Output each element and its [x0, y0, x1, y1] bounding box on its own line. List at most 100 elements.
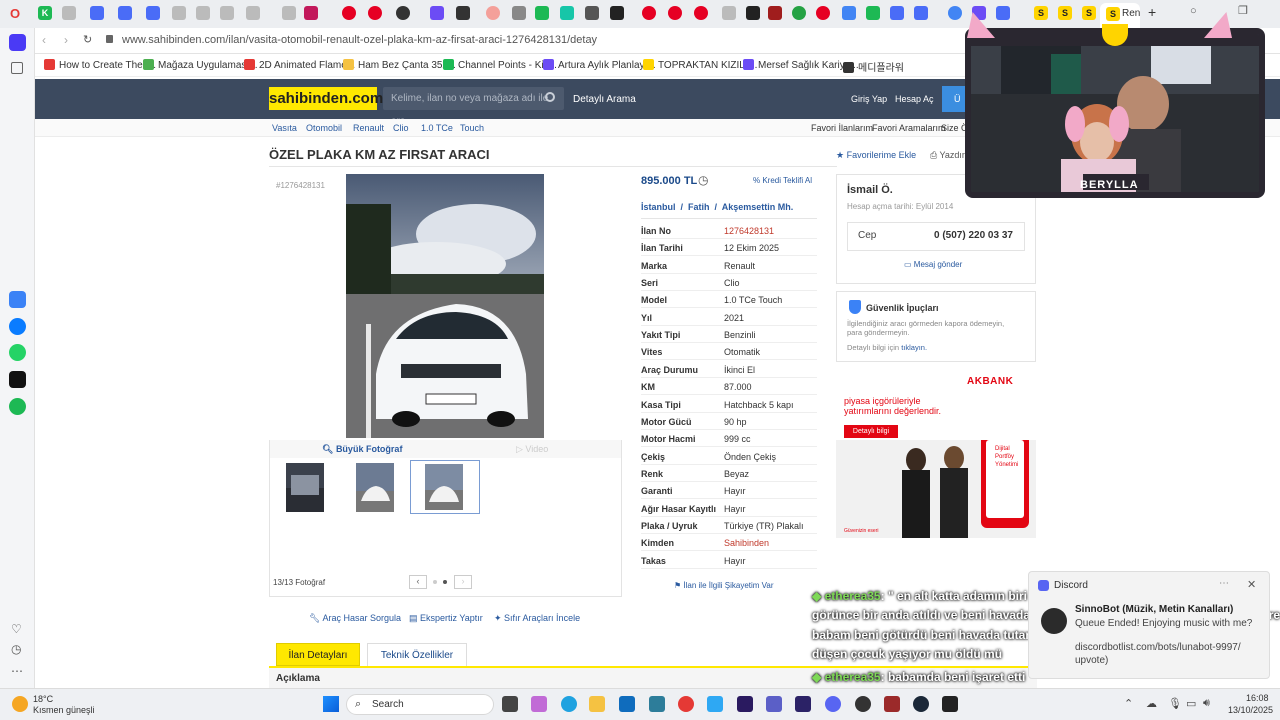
tab-icon[interactable] [282, 6, 296, 20]
pager-dot[interactable] [433, 580, 437, 584]
clock-date[interactable]: 13/10/2025 [1228, 705, 1273, 715]
tab-icon[interactable] [220, 6, 234, 20]
after-effects-icon[interactable] [737, 696, 753, 712]
tab-icon[interactable] [396, 6, 410, 20]
x-icon[interactable] [9, 371, 26, 388]
tab-icon[interactable] [118, 6, 132, 20]
aria-icon[interactable] [9, 291, 26, 308]
breadcrumb-item[interactable]: Touch [460, 123, 484, 133]
whatsapp-icon[interactable] [9, 344, 26, 361]
bookmark-item[interactable]: TOPRAKTAN KIZILT... [643, 59, 757, 71]
complaint-link[interactable]: ⚑ İlan ile İlgili Şikayetim Var [674, 581, 774, 590]
tray-chevron-icon[interactable]: ⌃ [1124, 697, 1133, 710]
breadcrumb-item[interactable]: Renault [353, 123, 384, 133]
big-photo-link[interactable]: 🔍︎ Büyük Fotoğraf [322, 444, 402, 455]
messenger-icon[interactable] [9, 318, 26, 335]
bookmark-item[interactable]: Mersef Sağlık Kariye... [743, 59, 859, 71]
bookmark-item[interactable]: Artura Aylık Planlayı... [543, 59, 656, 71]
tab-icon[interactable] [146, 6, 160, 20]
close-icon[interactable]: ✕ [1247, 578, 1256, 591]
back-icon[interactable]: ‹ [42, 33, 46, 47]
forward-icon[interactable]: › [64, 33, 68, 47]
discord-taskbar-icon[interactable] [825, 696, 841, 712]
location[interactable]: İstanbul / Fatih / Akşemsettin Mh. [641, 202, 793, 212]
fav-listings-link[interactable]: Favori İlanlarım [811, 123, 873, 133]
ad-details-button[interactable]: Detaylı bilgi [844, 425, 898, 438]
tab-icon[interactable]: S [1034, 6, 1048, 20]
tab-icon[interactable] [948, 6, 962, 20]
pinboard-icon[interactable] [11, 62, 23, 74]
photo-thumbnail[interactable] [356, 463, 394, 512]
bookmark-item[interactable]: 메디플라워 [843, 59, 904, 74]
photoshop-icon[interactable] [707, 696, 723, 712]
tab-icon[interactable] [172, 6, 186, 20]
tab-technical[interactable]: Teknik Özellikler [367, 643, 467, 666]
bookmark-item[interactable]: Mağaza Uygulaması... [143, 59, 258, 71]
search-input[interactable]: Kelime, ilan no veya mağaza adı ile ara [383, 87, 564, 127]
microphone-icon[interactable]: 🎙︎ [1168, 697, 1182, 710]
tab-icon[interactable] [722, 6, 736, 20]
tab-icon[interactable] [512, 6, 526, 20]
tab-icon[interactable] [535, 6, 549, 20]
detail-value[interactable]: 1276428131 [724, 226, 774, 236]
tab-icon[interactable] [842, 6, 856, 20]
tab-pinterest-icon[interactable] [668, 6, 682, 20]
credit-offer-link[interactable]: % Kredi Teklifi Al [753, 176, 812, 185]
detailed-search-link[interactable]: Detaylı Arama [573, 94, 636, 105]
more-icon[interactable]: ⋯ [1219, 578, 1229, 589]
tab-icon[interactable] [996, 6, 1010, 20]
tab-icon[interactable] [792, 6, 806, 20]
heart-icon[interactable]: ♡ [11, 622, 22, 636]
search-icon[interactable] [545, 92, 555, 102]
tab-instagram-icon[interactable] [304, 6, 318, 20]
tab-pinterest-icon[interactable] [342, 6, 356, 20]
main-photo[interactable] [346, 174, 544, 438]
tab-icon[interactable] [486, 6, 500, 20]
file-explorer-icon[interactable] [589, 696, 605, 712]
tab-icon[interactable] [456, 6, 470, 20]
breadcrumb-item[interactable]: 1.0 TCe [421, 123, 453, 133]
safety-more-link[interactable]: tıklayın. [901, 343, 927, 352]
task-view-icon[interactable] [502, 696, 518, 712]
opera-icon[interactable] [678, 696, 694, 712]
site-logo[interactable]: sahibinden.com [269, 87, 383, 110]
bookmark-item[interactable]: 2D Animated Flame... [244, 59, 355, 71]
tab-icon[interactable] [746, 6, 760, 20]
tab-pinterest-icon[interactable] [816, 6, 830, 20]
volume-icon[interactable]: 🔊︎ [1203, 697, 1210, 710]
app-icon[interactable] [942, 696, 958, 712]
tab-icon[interactable] [768, 6, 782, 20]
breadcrumb-item[interactable]: Clio [393, 123, 409, 133]
weather-desc[interactable]: Kısmen güneşli [33, 705, 95, 715]
tab-icon[interactable] [246, 6, 260, 20]
tab-icon[interactable]: S [1082, 6, 1096, 20]
detail-value[interactable]: Sahibinden [724, 538, 769, 548]
steam-icon[interactable] [913, 696, 929, 712]
tab-icon[interactable] [196, 6, 210, 20]
weather-temp[interactable]: 18°C [33, 694, 53, 704]
outlook-icon[interactable] [619, 696, 635, 712]
bookmark-item[interactable]: Channel Points - Kic... [443, 59, 557, 71]
opera-logo-icon[interactable]: O [8, 7, 22, 21]
premiere-icon[interactable] [795, 696, 811, 712]
restore-icon[interactable]: ❐ [1238, 4, 1248, 17]
print-link[interactable]: ⎙ Yazdır [930, 150, 965, 161]
tab-icon[interactable] [430, 6, 444, 20]
photo-thumbnail-selected[interactable] [410, 460, 480, 514]
login-link[interactable]: Giriş Yap [851, 94, 887, 104]
tray-icon[interactable]: ☁ [1146, 697, 1157, 710]
tab-icon[interactable] [866, 6, 880, 20]
reload-icon[interactable]: ↻ [83, 33, 92, 46]
price-history-icon[interactable]: ◷ [698, 173, 708, 187]
tab-icon[interactable]: S [1058, 6, 1072, 20]
discord-notification[interactable]: Discord ⋯ ✕ SinnoBot (Müzik, Metin Kanal… [1028, 571, 1270, 679]
edge-icon[interactable] [561, 696, 577, 712]
video-link[interactable]: ▷ Video [516, 444, 548, 455]
send-message-link[interactable]: ▭ Mesaj gönder [904, 260, 962, 269]
register-link[interactable]: Hesap Aç [895, 94, 934, 104]
tab-pinterest-icon[interactable] [368, 6, 382, 20]
tab-icon[interactable] [62, 6, 76, 20]
tab-icon[interactable] [890, 6, 904, 20]
prev-photo-button[interactable]: ‹ [409, 575, 427, 589]
weather-icon[interactable] [12, 696, 28, 712]
